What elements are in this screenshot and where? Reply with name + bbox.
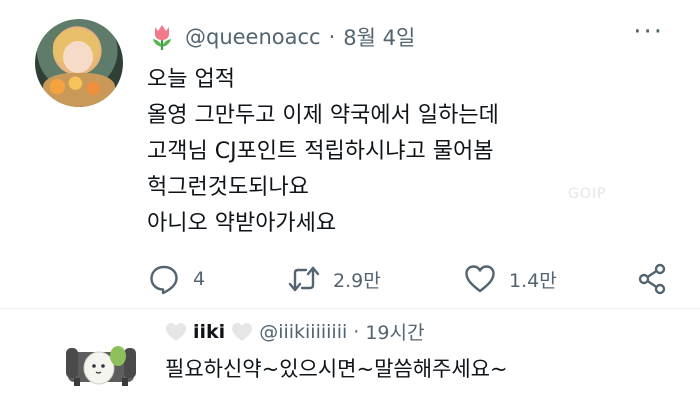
heart-icon <box>232 322 253 341</box>
reply-time[interactable]: 19시간 <box>365 318 424 345</box>
reply-button[interactable]: 4 <box>147 262 205 296</box>
reply-header: iiki @iiikiiiiiiii · 19시간 <box>165 318 424 345</box>
separator-dot: · <box>328 25 336 49</box>
reply-handle[interactable]: @iiikiiiiiiii <box>259 321 347 343</box>
tweet-date[interactable]: 8월 4일 <box>343 22 415 52</box>
avatar[interactable] <box>35 19 123 107</box>
more-options-button[interactable]: ··· <box>633 19 664 45</box>
divider <box>0 308 700 309</box>
avatar-flowers <box>43 73 115 107</box>
tweet-line: 고객님 CJ포인트 적립하시냐고 물어봄 <box>147 139 494 164</box>
like-count: 1.4만 <box>509 269 557 292</box>
separator-dot: · <box>353 320 360 343</box>
retweet-button[interactable]: 2.9만 <box>287 262 381 296</box>
reply-avatar[interactable] <box>66 330 136 390</box>
retweet-icon <box>288 266 320 292</box>
share-icon <box>638 263 666 295</box>
like-button[interactable]: 1.4만 <box>463 262 557 296</box>
watermark: GOIP <box>568 186 607 202</box>
reply-count: 4 <box>193 268 206 290</box>
tweet-line: 오늘 업적 <box>147 67 235 92</box>
heart-icon <box>465 265 495 293</box>
tweet-header: @queenoacc · 8월 4일 <box>147 20 415 54</box>
tulip-icon <box>147 22 177 52</box>
reply-display-name[interactable]: iiki <box>193 321 225 343</box>
heart-icon <box>166 322 186 341</box>
tweet-handle[interactable]: @queenoacc <box>185 25 321 49</box>
tweet-line: 올영 그만두고 이제 약국에서 일하는데 <box>147 103 499 128</box>
tweet-line: 아니오 약받아가세요 <box>147 211 337 236</box>
reply-text: 필요하신약~있으시면~말씀해주세요~ <box>165 357 508 381</box>
retweet-count: 2.9만 <box>333 269 381 292</box>
avatar-face <box>63 41 93 73</box>
reply-icon <box>150 265 178 295</box>
share-button[interactable] <box>635 262 669 296</box>
tweet-actions: 4 2.9만 1.4만 <box>147 262 677 302</box>
tweet-text: 오늘 업적 올영 그만두고 이제 약국에서 일하는데 고객님 CJ포인트 적립하… <box>147 62 667 242</box>
